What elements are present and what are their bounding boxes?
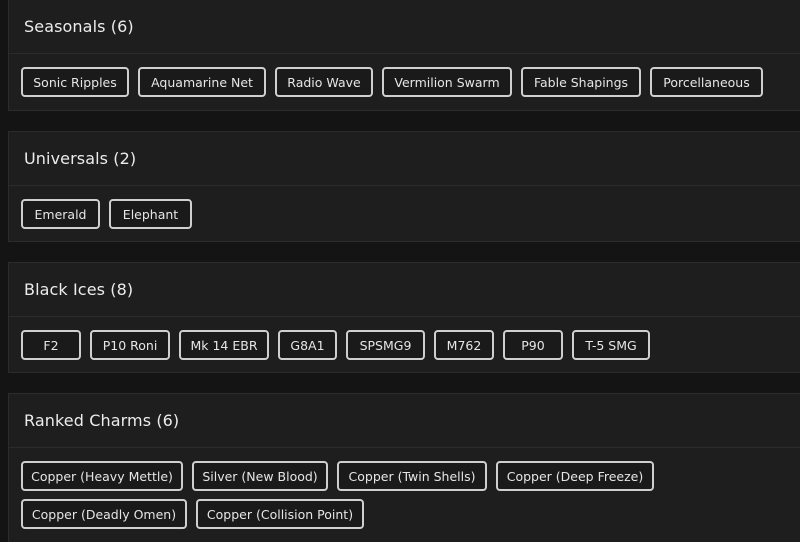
chip[interactable]: P90 bbox=[503, 330, 563, 360]
section-header: Seasonals (6) bbox=[9, 0, 800, 54]
chip[interactable]: Copper (Deadly Omen) bbox=[21, 499, 187, 529]
chip[interactable]: Silver (New Blood) bbox=[192, 461, 328, 491]
section-seasonals: Seasonals (6) Sonic Ripples Aquamarine N… bbox=[8, 0, 800, 111]
chip[interactable]: G8A1 bbox=[278, 330, 337, 360]
section-header: Black Ices (8) bbox=[9, 263, 800, 317]
section-title: Universals (2) bbox=[24, 149, 137, 168]
section-ranked-charms: Ranked Charms (6) Copper (Heavy Mettle) … bbox=[8, 393, 800, 542]
chip[interactable]: Fable Shapings bbox=[521, 67, 641, 97]
chip[interactable]: Aquamarine Net bbox=[138, 67, 266, 97]
chip[interactable]: Elephant bbox=[109, 199, 192, 229]
section-title: Ranked Charms (6) bbox=[24, 411, 180, 430]
section-universals: Universals (2) Emerald Elephant bbox=[8, 131, 800, 242]
chip-list: Emerald Elephant bbox=[9, 186, 769, 229]
chip[interactable]: Vermilion Swarm bbox=[382, 67, 512, 97]
chip[interactable]: Copper (Collision Point) bbox=[196, 499, 364, 529]
chip[interactable]: Emerald bbox=[21, 199, 100, 229]
chip[interactable]: Porcellaneous bbox=[650, 67, 763, 97]
section-header: Universals (2) bbox=[9, 132, 800, 186]
chip[interactable]: M762 bbox=[434, 330, 494, 360]
chip[interactable]: P10 Roni bbox=[90, 330, 170, 360]
chip[interactable]: Copper (Twin Shells) bbox=[337, 461, 487, 491]
chip-list: Copper (Heavy Mettle) Silver (New Blood)… bbox=[9, 448, 769, 529]
chip[interactable]: Mk 14 EBR bbox=[179, 330, 269, 360]
chip[interactable]: Sonic Ripples bbox=[21, 67, 129, 97]
section-black-ices: Black Ices (8) F2 P10 Roni Mk 14 EBR G8A… bbox=[8, 262, 800, 373]
section-header: Ranked Charms (6) bbox=[9, 394, 800, 448]
chip[interactable]: Radio Wave bbox=[275, 67, 373, 97]
chip[interactable]: Copper (Deep Freeze) bbox=[496, 461, 654, 491]
chip[interactable]: Copper (Heavy Mettle) bbox=[21, 461, 183, 491]
chip[interactable]: F2 bbox=[21, 330, 81, 360]
section-title: Seasonals (6) bbox=[24, 17, 134, 36]
chip-list: F2 P10 Roni Mk 14 EBR G8A1 SPSMG9 M762 P… bbox=[9, 317, 769, 360]
chip-list: Sonic Ripples Aquamarine Net Radio Wave … bbox=[9, 54, 769, 97]
section-title: Black Ices (8) bbox=[24, 280, 134, 299]
page: Seasonals (6) Sonic Ripples Aquamarine N… bbox=[0, 0, 800, 542]
chip[interactable]: T-5 SMG bbox=[572, 330, 650, 360]
chip[interactable]: SPSMG9 bbox=[346, 330, 425, 360]
